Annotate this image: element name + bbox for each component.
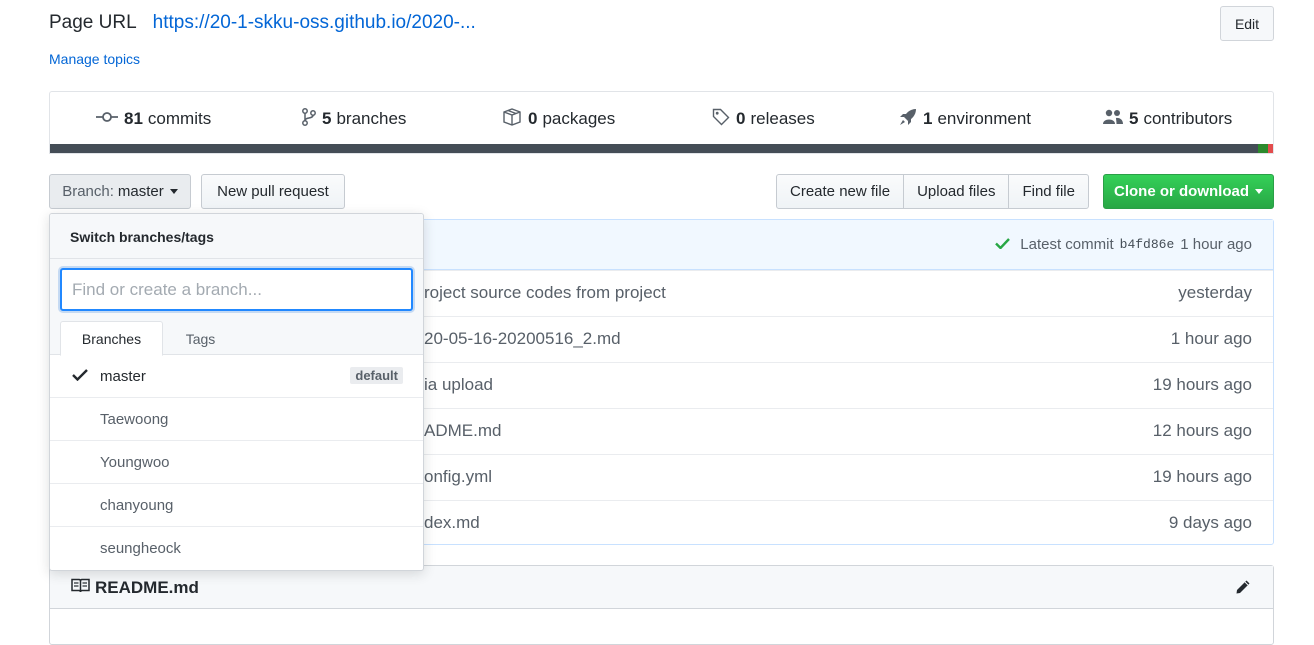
- language-bar-segment[interactable]: [1268, 144, 1273, 153]
- branch-item-seungheock[interactable]: seungheock: [50, 527, 423, 570]
- readme-panel: README.md: [49, 565, 1274, 645]
- edit-button[interactable]: Edit: [1220, 6, 1274, 41]
- branch-dropdown-title: Switch branches/tags: [70, 229, 214, 245]
- contributors-link[interactable]: 5 contributors: [1103, 108, 1232, 130]
- language-bar-segment[interactable]: [1258, 144, 1269, 153]
- file-age: yesterday: [1178, 283, 1252, 302]
- commits-label: commits: [147, 109, 212, 128]
- current-branch-name: master: [117, 183, 164, 200]
- manage-topics-link[interactable]: Manage topics: [49, 51, 140, 67]
- environments-link[interactable]: 1 environment: [899, 108, 1031, 130]
- tab-tags[interactable]: Tags: [163, 321, 238, 356]
- packages-label: packages: [542, 109, 616, 128]
- default-badge: default: [350, 367, 403, 384]
- readme-header: README.md: [50, 566, 1273, 609]
- packages-count: 0: [528, 109, 538, 128]
- branch-select-button[interactable]: Branch: master: [49, 174, 191, 209]
- branches-link[interactable]: 5 branches: [302, 107, 407, 131]
- commit-sha-link[interactable]: b4fd86e: [1120, 237, 1175, 252]
- commits-link[interactable]: 81 commits: [96, 108, 211, 130]
- book-icon: [71, 578, 95, 598]
- tab-branches[interactable]: Branches: [60, 321, 163, 356]
- latest-commit-label: Latest commit: [1020, 236, 1114, 253]
- branch-item-master[interactable]: master default: [50, 355, 423, 398]
- page-url-label: Page URL: [49, 12, 137, 33]
- commit-message-link[interactable]: roject source codes from project: [424, 283, 666, 303]
- branch-item-chanyoung[interactable]: chanyoung: [50, 484, 423, 527]
- latest-commit-time: 1 hour ago: [1180, 236, 1252, 253]
- people-icon: [1103, 109, 1129, 130]
- releases-label: releases: [750, 109, 815, 128]
- branch-icon: [302, 107, 322, 131]
- file-age: 19 hours ago: [1152, 375, 1252, 394]
- branches-label: branches: [336, 109, 407, 128]
- page-url-row: Page URL https://20-1-skku-oss.github.io…: [49, 10, 476, 36]
- find-file-button[interactable]: Find file: [1008, 174, 1089, 209]
- create-new-file-button[interactable]: Create new file: [776, 174, 905, 209]
- repo-summary: 81 commits 5 branches 0 packages 0 relea…: [49, 91, 1274, 154]
- contributors-label: contributors: [1143, 109, 1233, 128]
- pencil-icon[interactable]: [1235, 579, 1251, 598]
- dropdown-caret-icon: [1255, 189, 1263, 194]
- branch-dropdown-tabs: Branches Tags: [50, 321, 423, 356]
- branch-item-taewoong[interactable]: Taewoong: [50, 398, 423, 441]
- new-pull-request-button[interactable]: New pull request: [201, 174, 345, 209]
- file-actions-group: Create new file Upload files Find file: [776, 174, 1089, 209]
- commit-message-link[interactable]: 20-05-16-20200516_2.md: [424, 329, 621, 349]
- readme-title: README.md: [71, 578, 199, 598]
- tag-icon: [712, 108, 736, 131]
- readme-filename: README.md: [95, 578, 199, 597]
- file-age: 12 hours ago: [1152, 421, 1252, 440]
- packages-link[interactable]: 0 packages: [502, 107, 616, 131]
- releases-count: 0: [736, 109, 746, 128]
- environments-label: environment: [937, 109, 1032, 128]
- language-bar-segment[interactable]: [50, 144, 1259, 153]
- branch-item-label: seungheock: [100, 540, 181, 557]
- branch-filter-input[interactable]: [60, 268, 413, 311]
- clone-or-download-label: Clone or download: [1114, 183, 1249, 200]
- package-icon: [502, 107, 528, 131]
- commit-message-link[interactable]: onfig.yml: [424, 467, 492, 487]
- branch-dropdown-header: Switch branches/tags: [50, 214, 423, 259]
- contributors-count: 5: [1129, 109, 1139, 128]
- commit-icon: [96, 109, 124, 129]
- language-bar[interactable]: [50, 144, 1273, 153]
- releases-link[interactable]: 0 releases: [712, 108, 815, 130]
- file-age: 19 hours ago: [1152, 467, 1252, 486]
- branch-item-label: chanyoung: [100, 497, 174, 514]
- page-url-link[interactable]: https://20-1-skku-oss.github.io/2020-...: [153, 12, 476, 34]
- check-icon: [995, 236, 1020, 253]
- rocket-icon: [899, 108, 923, 131]
- commit-message-link[interactable]: ia upload: [424, 375, 493, 395]
- commit-message-link[interactable]: ADME.md: [424, 421, 501, 441]
- branch-dropdown: Switch branches/tags Branches Tags maste…: [49, 213, 424, 571]
- file-age: 9 days ago: [1168, 513, 1252, 532]
- branch-filter-wrapper: [50, 259, 423, 321]
- branch-prefix: Branch:: [62, 183, 114, 200]
- upload-files-button[interactable]: Upload files: [903, 174, 1010, 209]
- file-age: 1 hour ago: [1170, 329, 1252, 348]
- check-icon: [72, 368, 88, 384]
- environments-count: 1: [923, 109, 933, 128]
- commits-count: 81: [124, 109, 143, 128]
- branches-count: 5: [322, 109, 332, 128]
- commit-message-link[interactable]: dex.md: [424, 513, 480, 533]
- clone-or-download-button[interactable]: Clone or download: [1103, 174, 1274, 209]
- branch-item-label: Taewoong: [100, 411, 169, 428]
- branch-item-youngwoo[interactable]: Youngwoo: [50, 441, 423, 484]
- branch-item-label: master: [100, 368, 146, 385]
- branch-item-label: Youngwoo: [100, 454, 170, 471]
- latest-commit-info: Latest commit b4fd86e 1 hour ago: [995, 236, 1252, 253]
- dropdown-caret-icon: [169, 189, 178, 194]
